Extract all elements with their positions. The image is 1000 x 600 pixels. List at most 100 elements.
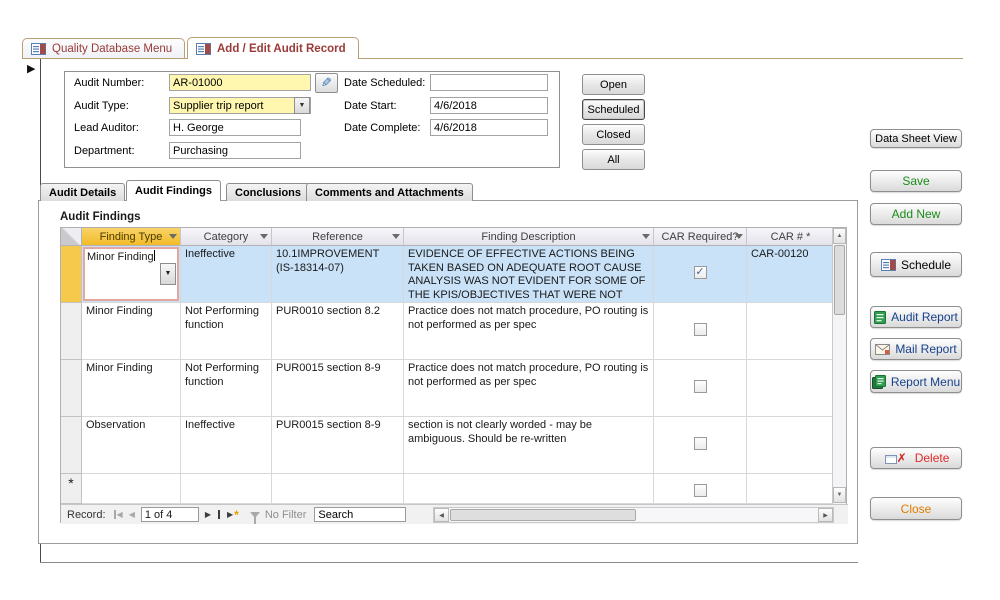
column-header-finding-type[interactable]: Finding Type [82, 228, 181, 246]
select-all-corner[interactable] [61, 228, 82, 246]
cell-finding-description[interactable]: EVIDENCE OF EFFECTIVE ACTIONS BEING TAKE… [404, 246, 654, 303]
finding-type-dropdown-button[interactable]: ▼ [160, 263, 176, 285]
car-required-checkbox[interactable]: ✓ [693, 266, 707, 279]
report-menu-button[interactable]: Report Menu [870, 370, 962, 393]
audit-type-field[interactable] [169, 97, 311, 114]
cell-car-number[interactable]: CAR-00120 [747, 246, 834, 303]
previous-record-button[interactable]: ◀ [126, 510, 138, 519]
car-required-checkbox[interactable] [693, 380, 707, 393]
tab-comments-attachments[interactable]: Comments and Attachments [306, 183, 473, 201]
date-scheduled-field[interactable] [430, 74, 548, 91]
column-header-finding-description[interactable]: Finding Description [404, 228, 654, 246]
next-record-button[interactable]: ▶ [202, 510, 214, 519]
tab-add-edit-audit-record[interactable]: Add / Edit Audit Record [187, 37, 359, 59]
schedule-button[interactable]: Schedule [870, 252, 962, 277]
column-header-reference[interactable]: Reference [272, 228, 404, 246]
chevron-down-icon[interactable] [735, 234, 743, 239]
cell-category[interactable]: Ineffective [181, 417, 272, 474]
cell-reference[interactable]: PUR0010 section 8.2 [272, 303, 404, 360]
cell-category[interactable]: Not Performing function [181, 360, 272, 417]
date-start-field[interactable] [430, 97, 548, 114]
cell-car-number[interactable] [747, 474, 834, 504]
cell-reference[interactable]: PUR0015 section 8-9 [272, 417, 404, 474]
lead-auditor-field[interactable] [169, 119, 301, 136]
horizontal-scrollbar-thumb[interactable] [450, 509, 636, 521]
add-new-button[interactable]: Add New [870, 203, 962, 225]
row-selector[interactable] [61, 303, 82, 360]
new-record-button[interactable]: ▶ * [224, 508, 242, 522]
car-required-checkbox[interactable] [693, 437, 707, 450]
vertical-scrollbar[interactable]: ▲ ▼ [832, 228, 846, 504]
cell-finding-description[interactable] [404, 474, 654, 504]
vertical-scrollbar-thumb[interactable] [834, 245, 845, 315]
cell-finding-description[interactable]: Practice does not match procedure, PO ro… [404, 303, 654, 360]
cell-car-number[interactable] [747, 303, 834, 360]
tab-label: Quality Database Menu [52, 43, 173, 55]
table-row: Observation Ineffective PUR0015 section … [61, 417, 834, 474]
cell-category[interactable] [181, 474, 272, 504]
edit-audit-number-button[interactable]: ✎ [315, 73, 338, 93]
new-record-indicator[interactable]: * [61, 474, 82, 504]
column-header-car-number[interactable]: CAR # * [747, 228, 834, 246]
record-position-box[interactable]: 1 of 4 [140, 507, 199, 522]
close-button[interactable]: Close [870, 497, 962, 520]
cell-car-required [654, 303, 747, 360]
cell-finding-type[interactable] [82, 474, 181, 504]
row-selector[interactable] [61, 417, 82, 474]
scroll-down-button[interactable]: ▼ [833, 487, 846, 503]
audit-report-button[interactable]: Audit Report [870, 306, 962, 328]
tab-audit-findings[interactable]: Audit Findings [126, 180, 221, 201]
cell-reference[interactable]: PUR0015 section 8-9 [272, 360, 404, 417]
audit-number-field[interactable] [169, 74, 311, 91]
tab-conclusions[interactable]: Conclusions [226, 183, 311, 201]
column-header-category[interactable]: Category [181, 228, 272, 246]
closed-filter-button[interactable]: Closed [582, 124, 645, 145]
search-input[interactable] [314, 507, 407, 522]
cell-category[interactable]: Ineffective [181, 246, 272, 303]
cell-finding-description[interactable]: section is not clearly worded - may be a… [404, 417, 654, 474]
first-record-button[interactable]: ◀ [110, 510, 126, 519]
cell-car-number[interactable] [747, 360, 834, 417]
filter-status[interactable]: No Filter [265, 509, 307, 521]
open-filter-button[interactable]: Open [582, 74, 645, 95]
row-selector[interactable] [61, 246, 82, 303]
cell-car-number[interactable] [747, 417, 834, 474]
cell-finding-description[interactable]: Practice does not match procedure, PO ro… [404, 360, 654, 417]
car-required-checkbox[interactable] [693, 484, 707, 497]
cell-finding-type[interactable]: Minor Finding [82, 303, 181, 360]
chevron-down-icon[interactable] [392, 234, 400, 239]
car-required-checkbox[interactable] [693, 323, 707, 336]
mail-report-button[interactable]: Mail Report [870, 338, 962, 360]
cell-finding-type[interactable]: Minor Finding [82, 360, 181, 417]
chevron-down-icon: ▼ [298, 102, 306, 109]
row-selector[interactable] [61, 360, 82, 417]
scroll-right-button[interactable]: ▶ [818, 508, 833, 522]
cell-car-required: ✓ [654, 246, 747, 303]
finding-type-editor[interactable]: Minor Finding ▼ [83, 247, 179, 301]
chevron-down-icon[interactable] [642, 234, 650, 239]
audit-type-dropdown-button[interactable]: ▼ [294, 97, 310, 114]
tab-audit-details[interactable]: Audit Details [40, 183, 126, 201]
all-filter-button[interactable]: All [582, 149, 645, 170]
cell-reference[interactable]: 10.1IMPROVEMENT (IS-18314-07) [272, 246, 404, 303]
cell-finding-type[interactable]: Minor Finding ▼ [82, 246, 181, 303]
scheduled-filter-button[interactable]: Scheduled [582, 99, 645, 120]
tab-quality-database-menu[interactable]: Quality Database Menu [22, 38, 186, 59]
last-record-button[interactable] [214, 510, 224, 519]
arrow-left-icon: ◀ [116, 510, 123, 519]
data-sheet-view-button[interactable]: Data Sheet View [870, 129, 962, 148]
grid-header-row: Finding Type Category Reference Finding … [61, 228, 834, 246]
save-button[interactable]: Save [870, 170, 962, 192]
horizontal-scrollbar[interactable]: ◀ ▶ [433, 507, 834, 523]
chevron-down-icon[interactable] [169, 234, 177, 239]
scroll-up-button[interactable]: ▲ [833, 228, 846, 244]
date-complete-field[interactable] [430, 119, 548, 136]
scroll-left-button[interactable]: ◀ [434, 508, 449, 522]
column-header-car-required[interactable]: CAR Required? [654, 228, 747, 246]
chevron-down-icon[interactable] [260, 234, 268, 239]
cell-reference[interactable] [272, 474, 404, 504]
department-field[interactable] [169, 142, 301, 159]
delete-button[interactable]: ✗ Delete [870, 447, 962, 469]
cell-category[interactable]: Not Performing function [181, 303, 272, 360]
cell-finding-type[interactable]: Observation [82, 417, 181, 474]
